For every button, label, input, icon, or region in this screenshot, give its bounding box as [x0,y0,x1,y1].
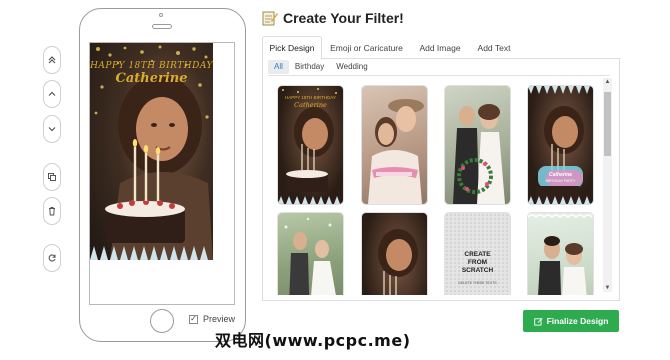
notepad-pencil-icon [262,11,278,26]
thumb-scratch-subtitle: DELETE THESE TEXTS [458,281,497,285]
finalize-design-button[interactable]: Finalize Design [523,310,619,332]
wedding-lace-thumb-image [528,214,593,295]
thumb-caption-2: Catherine [294,101,327,109]
wedding-couple-thumb-image [284,217,336,295]
phone-mockup: HAPPY 18TH BIRTHDAY Catherine [79,8,246,342]
filter-editor: HAPPY 18TH BIRTHDAY Catherine ✓ Preview … [0,0,670,360]
watermark-text: 双电网(www.pcpc.me) [215,331,411,350]
filter-wedding[interactable]: Wedding [330,60,373,74]
preview-toggle[interactable]: ✓ Preview [189,314,235,324]
birthday-plain-thumb-image [378,229,418,295]
chevron-double-up-icon [48,56,56,64]
preview-title-line2[interactable]: Catherine [90,71,213,86]
filter-birthday[interactable]: Birthday [289,60,330,74]
preview-photo[interactable]: HAPPY 18TH BIRTHDAY Catherine [90,43,213,260]
finalize-label: Finalize Design [546,316,609,326]
page-title-row: Create Your Filter! [262,10,404,26]
scrollbar-thumb[interactable] [604,92,611,156]
design-thumb-friends-hat[interactable] [362,86,427,204]
copy-icon [48,173,56,181]
phone-speaker [152,24,172,29]
scroll-up-arrow-icon[interactable]: ▲ [603,78,612,86]
move-to-front-button[interactable] [43,46,61,74]
thumb-scratch-title: CREATE FROM SCRATCH [461,251,494,274]
design-thumb-birthday-catherine[interactable]: HAPPY 18TH BIRTHDAY Catherine [278,86,343,204]
chevron-down-icon [48,127,56,132]
category-filter: All Birthday Wedding [268,60,374,74]
phone-home-button [150,309,174,333]
filter-all[interactable]: All [268,60,289,74]
preview-title-line1[interactable]: HAPPY 18TH BIRTHDAY [90,61,213,71]
design-grid-scrollbar[interactable]: ▲ ▼ [603,78,612,292]
friends-thumb-image [368,99,424,204]
tab-add-text[interactable]: Add Text [471,36,517,59]
design-thumb-wedding-lace[interactable] [528,213,593,295]
design-grid: HAPPY 18TH BIRTHDAY Catherine Catherine … [275,82,600,295]
design-thumb-wedding-couple[interactable] [278,213,343,295]
page-title: Create Your Filter! [283,10,404,26]
move-up-button[interactable] [43,80,61,108]
design-thumb-birthday-party[interactable]: Catherine BIRTHDAY PARTY [528,86,593,204]
duplicate-button[interactable] [43,163,61,191]
design-thumb-wedding-wreath[interactable] [445,86,510,204]
chevron-up-icon [48,91,56,96]
refresh-icon [48,254,56,262]
phone-camera [159,13,163,17]
tab-emoji-caricature[interactable]: Emoji or Caricature [326,36,407,59]
thumb-caption-party: BIRTHDAY PARTY [545,179,576,183]
design-tabs: Pick Design Emoji or Caricature Add Imag… [262,36,620,60]
delete-button[interactable] [43,197,61,225]
tab-add-image[interactable]: Add Image [412,36,468,59]
reset-button[interactable] [43,244,61,272]
preview-checkbox[interactable]: ✓ [189,314,198,324]
filter-divider [268,75,610,76]
scroll-down-arrow-icon[interactable]: ▼ [603,284,612,292]
move-down-button[interactable] [43,115,61,143]
phone-screen: HAPPY 18TH BIRTHDAY Catherine [89,42,235,305]
thumb-caption-name: Catherine [548,172,573,178]
edit-icon [533,317,543,326]
design-thumb-birthday-plain[interactable] [362,213,427,295]
birthday-party-thumb-image [528,86,590,204]
trash-icon [49,207,55,216]
preview-label: Preview [203,314,236,324]
wedding-wreath-thumb-image [453,104,505,204]
design-thumb-create-scratch[interactable]: CREATE FROM SCRATCH DELETE THESE TEXTS [445,213,510,295]
tab-pick-design[interactable]: Pick Design [262,36,322,60]
thumb-caption-1: HAPPY 18TH BIRTHDAY [284,95,337,100]
